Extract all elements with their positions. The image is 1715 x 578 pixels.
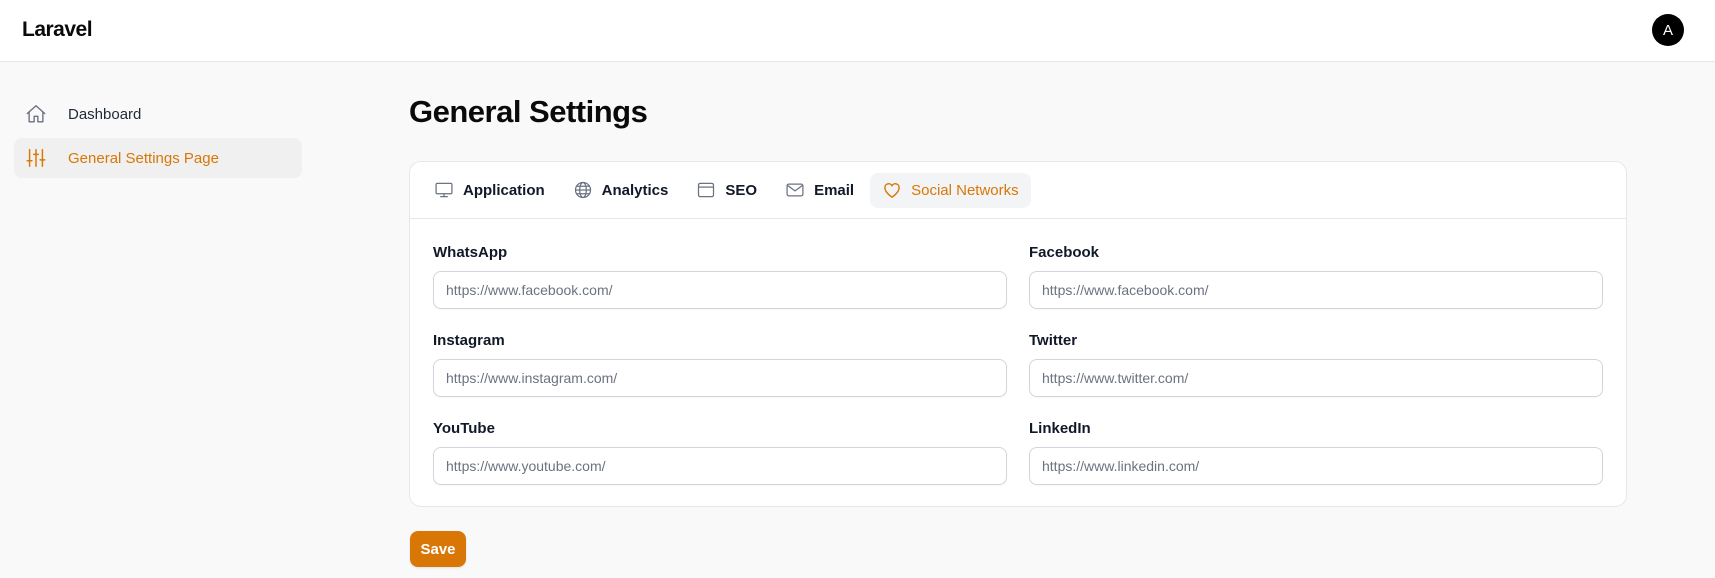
tab-email[interactable]: Email (773, 173, 866, 208)
linkedin-input[interactable] (1029, 447, 1603, 485)
field-label: Instagram (433, 332, 505, 349)
sliders-icon (24, 146, 48, 170)
whatsapp-input[interactable] (433, 271, 1007, 309)
tab-label: Email (814, 181, 855, 199)
envelope-icon (785, 180, 805, 200)
field-label: WhatsApp (433, 244, 508, 261)
tab-label: Social Networks (911, 181, 1019, 199)
sidebar-item-label: Dashboard (68, 105, 142, 123)
tab-seo[interactable]: SEO (684, 173, 769, 208)
field-facebook: Facebook (1029, 243, 1603, 331)
globe-icon (573, 180, 593, 200)
save-button[interactable]: Save (410, 531, 466, 567)
field-whatsapp: WhatsApp (433, 243, 1007, 331)
tab-social-networks[interactable]: Social Networks (870, 172, 1031, 208)
window-icon (696, 180, 716, 200)
page-title: General Settings (409, 94, 648, 129)
tab-label: Application (463, 181, 545, 199)
sidebar-item-dashboard[interactable]: Dashboard (14, 94, 302, 134)
settings-tabs: Application Analytics SEO Email Social N… (410, 162, 1626, 219)
user-avatar[interactable]: A (1652, 14, 1684, 46)
monitor-icon (434, 180, 454, 200)
instagram-input[interactable] (433, 359, 1007, 397)
social-fields: WhatsApp Facebook Instagram Twitter YouT… (433, 243, 1605, 507)
top-bar: Laravel A (0, 0, 1715, 62)
heart-icon (882, 180, 902, 200)
field-instagram: Instagram (433, 331, 1007, 419)
youtube-input[interactable] (433, 447, 1007, 485)
sidebar-item-general-settings[interactable]: General Settings Page (14, 138, 302, 178)
tab-analytics[interactable]: Analytics (561, 173, 681, 208)
home-icon (24, 102, 48, 126)
field-linkedin: LinkedIn (1029, 419, 1603, 507)
tab-label: Analytics (601, 181, 669, 199)
field-label: YouTube (433, 420, 495, 437)
facebook-input[interactable] (1029, 271, 1603, 309)
tab-label: SEO (725, 181, 758, 199)
settings-card: Application Analytics SEO Email Social N… (409, 161, 1627, 507)
sidebar: Dashboard General Settings Page (14, 94, 302, 182)
field-label: LinkedIn (1029, 420, 1091, 437)
field-youtube: YouTube (433, 419, 1007, 507)
field-label: Twitter (1029, 332, 1078, 349)
field-label: Facebook (1029, 244, 1100, 261)
sidebar-item-label: General Settings Page (68, 149, 219, 167)
brand-logo[interactable]: Laravel (22, 18, 93, 42)
field-twitter: Twitter (1029, 331, 1603, 419)
tab-application[interactable]: Application (422, 173, 557, 208)
twitter-input[interactable] (1029, 359, 1603, 397)
